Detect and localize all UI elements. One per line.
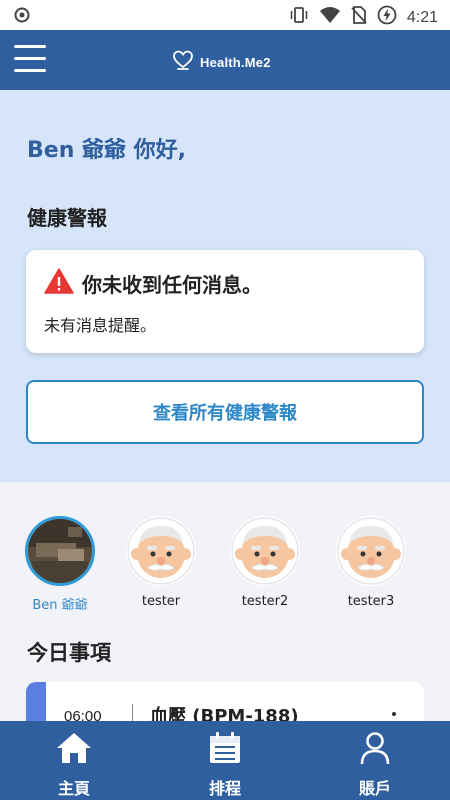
record-icon [14,7,30,27]
alert-subtitle: 未有消息提醒。 [44,316,157,335]
warning-icon [44,268,74,298]
no-sim-icon [351,6,367,29]
view-all-alerts-button[interactable]: 查看所有健康警報 [26,380,424,444]
nav-home[interactable]: 主頁 [24,731,124,799]
wifi-icon [319,6,341,29]
app-bar: Health.Me2 [0,30,450,90]
elderly-avatar-icon [126,516,196,586]
nav-label: 排程 [208,779,241,798]
person-tester3[interactable]: tester3 [326,516,416,609]
vibrate-icon [289,6,309,29]
alert-card: 你未收到任何消息。 未有消息提醒。 [26,250,424,353]
person-name: tester [141,594,181,609]
more-options-icon[interactable] [392,712,396,716]
person-tester[interactable]: tester [116,516,206,609]
person-icon [359,732,391,769]
avatar-ben [25,516,95,586]
nav-account[interactable]: 賬戶 [325,731,425,799]
calendar-icon [208,732,242,769]
person-name: Ben 爺爺 [32,598,88,613]
person-name: tester2 [241,594,289,609]
nav-schedule[interactable]: 排程 [175,731,275,799]
brand: Health.Me2 [172,49,271,75]
person-name: tester3 [347,594,395,609]
today-section-title: 今日事項 [27,641,111,665]
nav-label: 主頁 [57,779,90,798]
people-selector: Ben 爺爺 tester tester2 tester3 [0,516,450,616]
brand-name: Health.Me2 [200,54,271,70]
menu-icon[interactable] [14,45,46,75]
nav-label: 賬戶 [358,779,391,798]
person-ben[interactable]: Ben 爺爺 [15,516,105,613]
battery-charging-icon [377,5,397,30]
alert-title: 你未收到任何消息。 [82,273,262,297]
alerts-section-title: 健康警報 [27,206,107,230]
status-time: 4:21 [406,8,438,26]
status-bar: 4:21 [0,0,450,30]
home-icon [55,733,93,769]
greeting: Ben 爺爺 你好, [27,138,187,163]
elderly-avatar-icon [336,516,406,586]
person-tester2[interactable]: tester2 [220,516,310,609]
heart-hand-logo-icon [172,49,194,75]
bottom-nav: 主頁 排程 賬戶 [0,721,450,800]
elderly-avatar-icon [230,516,300,586]
